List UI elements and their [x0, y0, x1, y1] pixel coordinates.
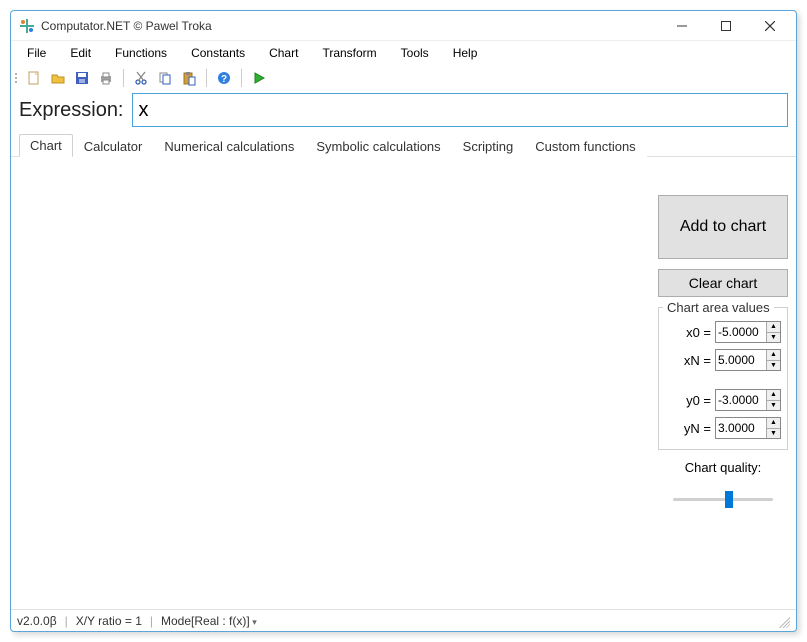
expression-input[interactable] — [132, 93, 789, 127]
x0-input[interactable] — [716, 322, 766, 342]
paste-button[interactable] — [178, 67, 200, 89]
xN-up[interactable]: ▲ — [766, 350, 780, 361]
tab-numerical-calculations[interactable]: Numerical calculations — [153, 135, 305, 157]
x0-spinner[interactable]: ▲▼ — [715, 321, 781, 343]
menu-transform[interactable]: Transform — [310, 44, 388, 62]
tab-calculator[interactable]: Calculator — [73, 135, 154, 157]
y0-spinner[interactable]: ▲▼ — [715, 389, 781, 411]
svg-text:?: ? — [221, 74, 227, 85]
chart-quality-slider[interactable] — [658, 485, 788, 513]
slider-thumb[interactable] — [725, 491, 733, 508]
menu-functions[interactable]: Functions — [103, 44, 179, 62]
toolbar-grip-icon — [15, 69, 19, 87]
run-button[interactable] — [248, 67, 270, 89]
toolbar-separator — [241, 69, 242, 87]
yN-up[interactable]: ▲ — [766, 418, 780, 429]
titlebar: Computator.NET © Pawel Troka — [11, 11, 796, 41]
chart-quality-label: Chart quality: — [658, 460, 788, 475]
side-panel: Add to chart Clear chart Chart area valu… — [658, 165, 788, 601]
yN-spinner[interactable]: ▲▼ — [715, 417, 781, 439]
y0-up[interactable]: ▲ — [766, 390, 780, 401]
xN-label: xN = — [677, 353, 711, 368]
menu-constants[interactable]: Constants — [179, 44, 257, 62]
content-area: Add to chart Clear chart Chart area valu… — [11, 157, 796, 609]
maximize-button[interactable] — [704, 12, 748, 40]
yN-down[interactable]: ▼ — [766, 429, 780, 439]
y0-down[interactable]: ▼ — [766, 401, 780, 411]
app-window: Computator.NET © Pawel Troka File Edit F… — [10, 10, 797, 632]
y0-label: y0 = — [677, 393, 711, 408]
tabs: Chart Calculator Numerical calculations … — [11, 133, 796, 157]
chart-area-values-group: Chart area values x0 = ▲▼ xN = ▲▼ — [658, 307, 788, 450]
print-button[interactable] — [95, 67, 117, 89]
status-ratio: X/Y ratio = 1 — [76, 614, 142, 628]
yN-input[interactable] — [716, 418, 766, 438]
clear-chart-button[interactable]: Clear chart — [658, 269, 788, 297]
open-button[interactable] — [47, 67, 69, 89]
cut-button[interactable] — [130, 67, 152, 89]
tab-chart[interactable]: Chart — [19, 134, 73, 157]
menu-tools[interactable]: Tools — [389, 44, 441, 62]
minimize-button[interactable] — [660, 12, 704, 40]
toolbar-separator — [206, 69, 207, 87]
status-version: v2.0.0β — [17, 614, 57, 628]
chart-canvas[interactable] — [19, 165, 650, 601]
window-controls — [660, 12, 792, 40]
chart-area-values-label: Chart area values — [663, 300, 774, 315]
app-icon — [19, 18, 35, 34]
xN-spinner[interactable]: ▲▼ — [715, 349, 781, 371]
x0-label: x0 = — [677, 325, 711, 340]
resize-grip-icon[interactable] — [776, 614, 790, 628]
tab-custom-functions[interactable]: Custom functions — [524, 135, 646, 157]
toolbar-separator — [123, 69, 124, 87]
toolbar: ? — [11, 65, 796, 91]
status-mode-dropdown[interactable]: Mode[Real : f(x)] — [161, 614, 257, 628]
menu-edit[interactable]: Edit — [58, 44, 103, 62]
expression-label: Expression: — [19, 99, 124, 122]
copy-button[interactable] — [154, 67, 176, 89]
statusbar: v2.0.0β | X/Y ratio = 1 | Mode[Real : f(… — [11, 609, 796, 631]
menubar: File Edit Functions Constants Chart Tran… — [11, 41, 796, 65]
xN-down[interactable]: ▼ — [766, 361, 780, 371]
add-to-chart-button[interactable]: Add to chart — [658, 195, 788, 259]
menu-chart[interactable]: Chart — [257, 44, 310, 62]
new-file-button[interactable] — [23, 67, 45, 89]
tab-scripting[interactable]: Scripting — [452, 135, 525, 157]
xN-input[interactable] — [716, 350, 766, 370]
y0-input[interactable] — [716, 390, 766, 410]
tab-symbolic-calculations[interactable]: Symbolic calculations — [305, 135, 451, 157]
close-button[interactable] — [748, 12, 792, 40]
menu-help[interactable]: Help — [441, 44, 490, 62]
help-button[interactable]: ? — [213, 67, 235, 89]
menu-file[interactable]: File — [15, 44, 58, 62]
expression-row: Expression: — [11, 91, 796, 133]
x0-up[interactable]: ▲ — [766, 322, 780, 333]
x0-down[interactable]: ▼ — [766, 333, 780, 343]
window-title: Computator.NET © Pawel Troka — [41, 19, 660, 33]
yN-label: yN = — [677, 421, 711, 436]
save-button[interactable] — [71, 67, 93, 89]
